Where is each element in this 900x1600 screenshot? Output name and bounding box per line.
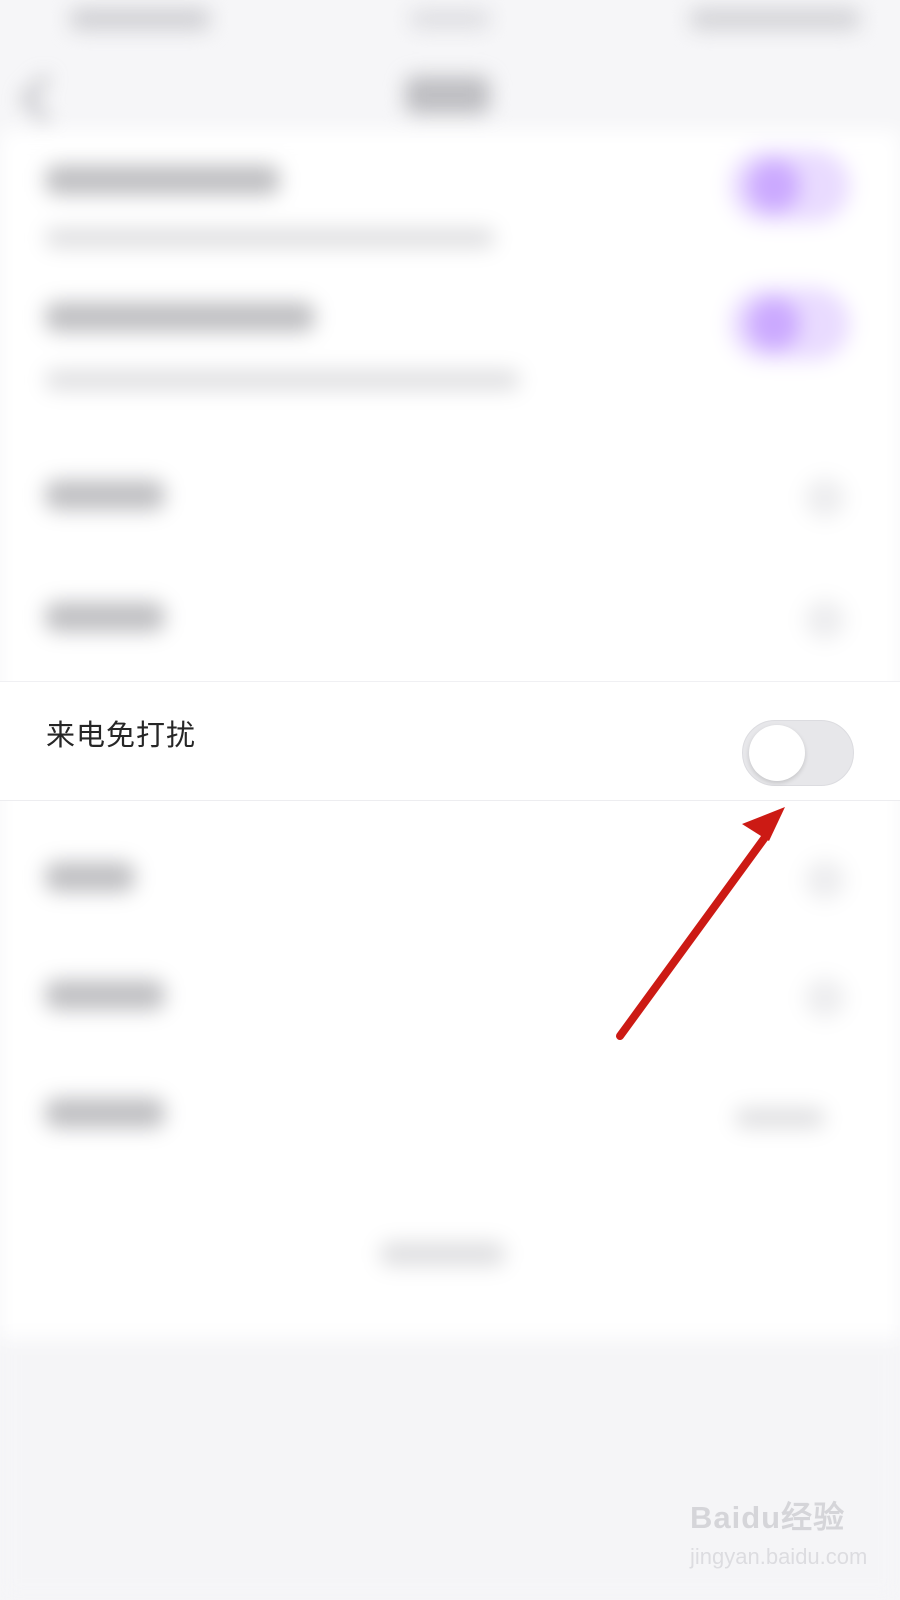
setting-row-title bbox=[45, 165, 280, 195]
purple-toggle[interactable] bbox=[730, 150, 850, 222]
setting-row-title bbox=[45, 1098, 165, 1128]
purple-toggle[interactable] bbox=[730, 288, 850, 360]
chevron-right-icon[interactable] bbox=[805, 600, 845, 640]
status-center bbox=[410, 10, 490, 28]
chevron-right-icon[interactable] bbox=[805, 978, 845, 1018]
status-bar bbox=[0, 0, 900, 40]
watermark-brand: Baidu经验 bbox=[690, 1500, 846, 1535]
setting-row-title bbox=[45, 302, 315, 332]
call-dnd-row[interactable]: 来电免打扰 bbox=[0, 681, 900, 801]
setting-row-subtitle bbox=[45, 228, 495, 248]
back-icon[interactable] bbox=[20, 74, 70, 124]
top-bar bbox=[0, 40, 900, 140]
status-right bbox=[690, 8, 860, 30]
setting-row-title bbox=[45, 980, 165, 1010]
status-left bbox=[70, 8, 210, 30]
toggle-knob bbox=[749, 725, 805, 781]
setting-row-title bbox=[45, 862, 135, 892]
setting-row-title bbox=[45, 602, 165, 632]
call-dnd-toggle[interactable] bbox=[742, 720, 854, 786]
chevron-right-icon[interactable] bbox=[805, 478, 845, 518]
call-dnd-label: 来电免打扰 bbox=[46, 718, 197, 752]
setting-row-title bbox=[45, 480, 165, 510]
setting-row-subtitle bbox=[45, 370, 520, 390]
page-title bbox=[405, 76, 490, 114]
baidu-watermark: Baidu经验 jingyan.baidu.com bbox=[690, 1492, 880, 1584]
setting-row-value bbox=[735, 1108, 825, 1128]
chevron-right-icon[interactable] bbox=[805, 860, 845, 900]
bottom-action-text[interactable] bbox=[380, 1242, 505, 1266]
watermark-site: jingyan.baidu.com bbox=[690, 1544, 868, 1569]
